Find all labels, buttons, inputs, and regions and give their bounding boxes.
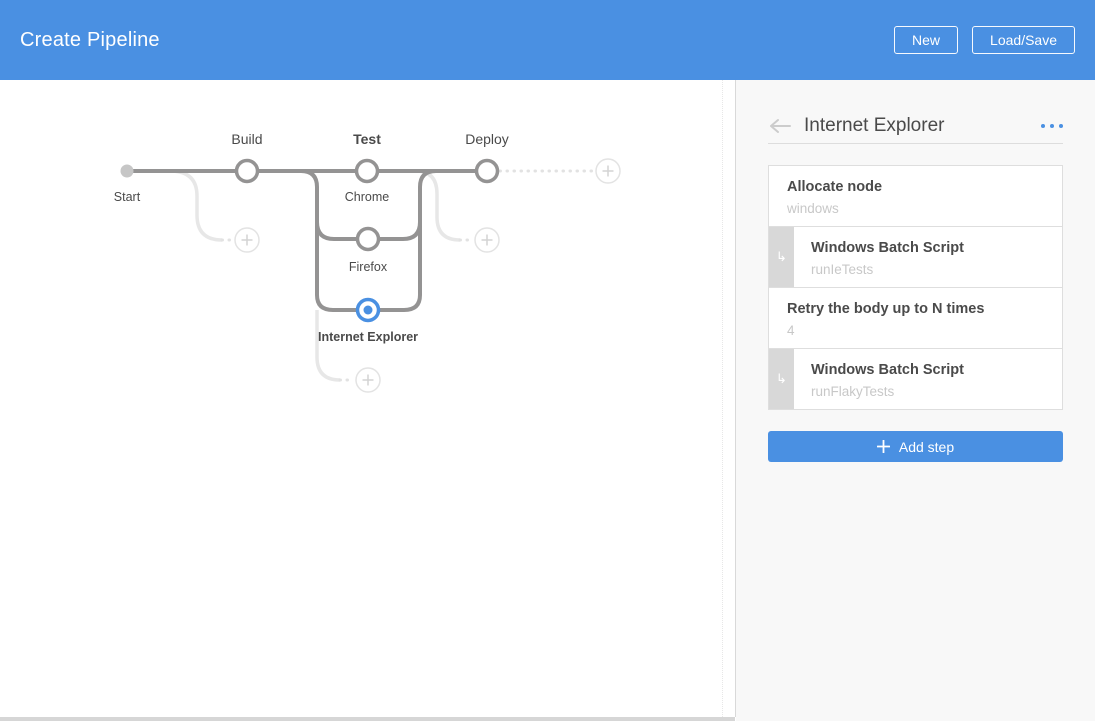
step-title: Retry the body up to N times [787, 300, 1044, 320]
step-title: Allocate node [787, 178, 1044, 198]
pipeline-graph [0, 80, 735, 717]
step-card-retry[interactable]: Retry the body up to N times 4 [768, 287, 1063, 349]
panel-header: Internet Explorer [768, 116, 1063, 144]
branch-label-chrome: Chrome [345, 190, 389, 204]
add-parallel-build-button[interactable] [235, 228, 259, 252]
branch-label-firefox: Firefox [349, 260, 387, 274]
step-subtitle: windows [787, 201, 1044, 216]
horizontal-scrollbar[interactable] [0, 717, 735, 721]
step-subtitle: 4 [787, 323, 1044, 338]
add-nodes [235, 159, 620, 392]
stage-node-build[interactable] [237, 161, 258, 182]
step-title: Windows Batch Script [811, 361, 1044, 381]
branch-node-internet-explorer-selected[interactable] [358, 300, 379, 321]
step-title: Windows Batch Script [811, 239, 1044, 259]
branch-detail-panel: Internet Explorer Allocate node windows … [736, 80, 1095, 721]
page-title: Create Pipeline [20, 29, 160, 52]
plus-icon [877, 440, 890, 453]
app-header: Create Pipeline New Load/Save [0, 0, 1095, 80]
nested-step-arrow-icon: ↳ [769, 349, 794, 409]
step-subtitle: runFlakyTests [811, 384, 1044, 399]
step-card-windows-batch-script-1[interactable]: ↳ Windows Batch Script runIeTests [768, 226, 1063, 288]
pipeline-editor: Create Pipeline New Load/Save [0, 0, 1095, 721]
add-step-label: Add step [899, 439, 954, 455]
step-card-allocate-node[interactable]: Allocate node windows [768, 165, 1063, 227]
step-subtitle: runIeTests [811, 262, 1044, 277]
stage-label-deploy: Deploy [465, 131, 509, 147]
add-parallel-branch-button[interactable] [356, 368, 380, 392]
add-stage-button[interactable] [596, 159, 620, 183]
start-label: Start [114, 190, 140, 204]
more-menu-icon[interactable] [1041, 120, 1064, 133]
step-list: Allocate node windows ↳ Windows Batch Sc… [768, 165, 1063, 410]
stage-node-deploy[interactable] [477, 161, 498, 182]
pipeline-graph-canvas: Build Test Deploy Start Chrome Firefox I… [0, 80, 736, 717]
step-card-windows-batch-script-2[interactable]: ↳ Windows Batch Script runFlakyTests [768, 348, 1063, 410]
nested-step-arrow-icon: ↳ [769, 227, 794, 287]
add-step-button[interactable]: Add step [768, 431, 1063, 462]
stage-label-build: Build [231, 131, 262, 147]
start-node [121, 165, 134, 178]
dotted-connectors [222, 171, 595, 380]
canvas-edge-divider [722, 80, 723, 717]
branch-node-firefox[interactable] [358, 229, 379, 250]
panel-title: Internet Explorer [804, 115, 1041, 137]
header-actions: New Load/Save [894, 26, 1075, 54]
new-button[interactable]: New [894, 26, 958, 54]
pipeline-lines [127, 171, 487, 310]
load-save-button[interactable]: Load/Save [972, 26, 1075, 54]
branch-node-chrome[interactable] [357, 161, 378, 182]
branch-label-internet-explorer: Internet Explorer [318, 330, 418, 344]
add-parallel-deploy-button[interactable] [475, 228, 499, 252]
back-arrow-icon[interactable] [768, 116, 794, 136]
stage-label-test: Test [353, 131, 381, 147]
